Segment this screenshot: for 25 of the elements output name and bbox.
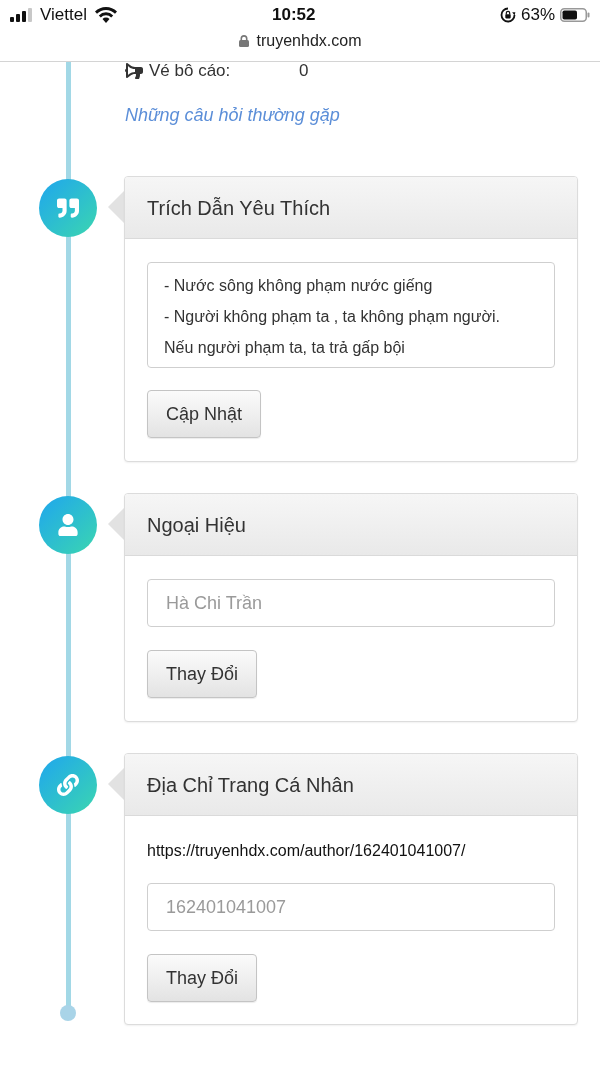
- input-field[interactable]: 162401041007: [147, 883, 555, 931]
- input-field[interactable]: Hà Chi Trần: [147, 579, 555, 627]
- signal-bars-icon: [10, 8, 34, 22]
- battery-icon: [560, 8, 590, 22]
- rotation-lock-icon: [499, 7, 516, 23]
- wifi-icon: [94, 7, 117, 23]
- quote-icon: [39, 179, 97, 237]
- battery-percent: 63%: [520, 4, 555, 27]
- submit-button[interactable]: Thay Đổi: [147, 954, 258, 1002]
- link-icon: [39, 756, 97, 814]
- stat-label: Vé bô cáo:: [149, 60, 232, 83]
- submit-button[interactable]: Cập Nhật: [147, 390, 262, 438]
- user-icon: [39, 496, 97, 554]
- section-title: Địa Chỉ Trang Cá Nhân: [147, 772, 354, 798]
- lock-icon: [238, 35, 249, 47]
- stat-value: 0: [299, 60, 309, 83]
- carrier-name: Viettel: [40, 4, 87, 27]
- section-title: Ngoại Hiệu: [147, 512, 246, 538]
- section-title: Trích Dẫn Yêu Thích: [147, 195, 331, 221]
- megaphone-icon: [125, 63, 143, 79]
- address-domain[interactable]: truyenhdx.com: [256, 29, 362, 53]
- profile-url-text: https://truyenhdx.com/author/162401041007/: [147, 841, 466, 861]
- clock-time: 10:52: [272, 4, 316, 27]
- quote-textarea[interactable]: - Nước sông không phạm nước giếng - Người không phạm ta , ta không phạm người. Nếu người phạm ta, ta trả gấp bội: [147, 262, 555, 368]
- submit-button[interactable]: Thay Đổi: [147, 650, 258, 698]
